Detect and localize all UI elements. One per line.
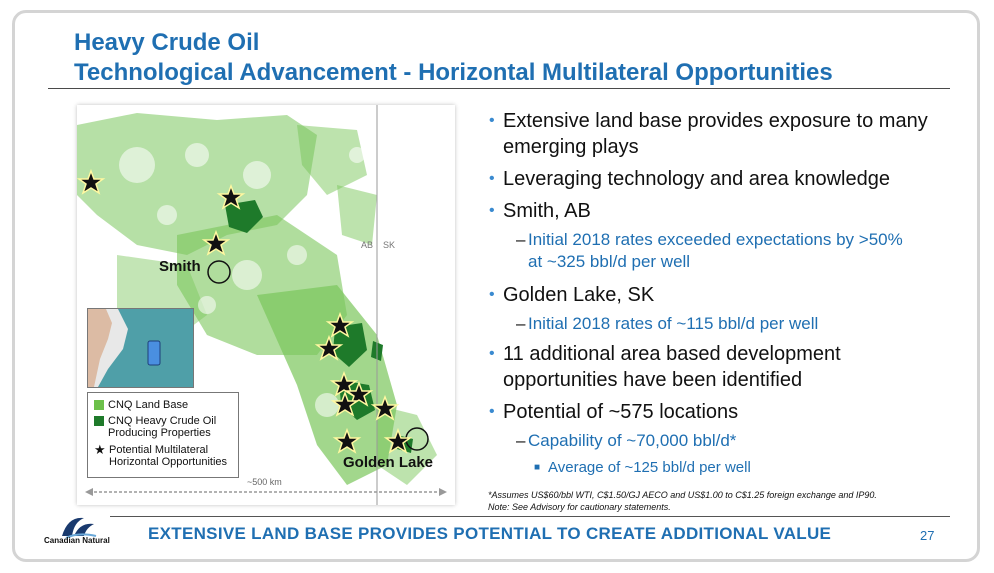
bullet-smith: • Smith, AB	[489, 200, 591, 222]
page-number: 27	[920, 528, 935, 543]
location-inset-map	[87, 308, 194, 388]
legend-item-heavy-crude: CNQ Heavy Crude Oil Producing Properties	[94, 415, 232, 439]
legend-label: CNQ Heavy Crude Oil Producing Properties	[108, 415, 217, 439]
scale-label: ~500 km	[245, 477, 284, 487]
bullet-locations: • Potential of ~575 locations	[489, 401, 739, 423]
sub-sub-bullet-average: ■ Average of ~125 bbl/d per well	[534, 459, 751, 476]
bullet-dot: •	[489, 345, 495, 362]
footer-banner: EXTENSIVE LAND BASE PROVIDES POTENTIAL T…	[148, 524, 832, 543]
legend-item-opportunities: ★ Potential Multilateral Horizontal Oppo…	[94, 442, 232, 468]
footer-divider	[110, 516, 950, 517]
bullet-dot: •	[489, 286, 495, 303]
legend-label: Potential Multilateral Horizontal Opport…	[109, 444, 228, 468]
bullet-dot: •	[489, 112, 495, 129]
page-title: Heavy Crude Oil Technological Advancemen…	[74, 28, 833, 88]
land-base-map: Smith Golden Lake AB SK CNQ Land Base CN…	[77, 105, 455, 505]
logo-text: Canadian Natural	[44, 536, 110, 545]
footnote-line-1: *Assumes US$60/bbl WTI, C$1.50/GJ AECO a…	[488, 490, 877, 500]
star-icon: ★	[94, 442, 106, 457]
legend-item-land-base: CNQ Land Base	[94, 399, 188, 411]
map-legend: CNQ Land Base CNQ Heavy Crude Oil Produc…	[87, 392, 239, 478]
bullet-golden-lake: • Golden Lake, SK	[489, 284, 655, 306]
land-base-swatch	[94, 400, 104, 410]
footnote-line-2: Note: See Advisory for cautionary statem…	[488, 502, 671, 512]
sub-bullet-smith: – Initial 2018 rates exceeded expectatio…	[516, 230, 903, 271]
title-line-1: Heavy Crude Oil	[74, 29, 260, 56]
ab-label: AB	[361, 240, 374, 250]
scale-bar: ~500 km	[85, 477, 447, 501]
smith-label: Smith	[159, 258, 201, 275]
heavy-crude-swatch	[94, 416, 104, 426]
sub-bullet-golden-lake: – Initial 2018 rates of ~115 bbl/d per w…	[516, 314, 819, 333]
bullet-dot: •	[489, 403, 495, 420]
legend-label: CNQ Land Base	[108, 399, 189, 411]
bullet-technology: • Leveraging technology and area knowledg…	[489, 168, 890, 190]
bullet-dot: •	[489, 202, 495, 219]
title-line-2: Technological Advancement - Horizontal M…	[74, 59, 833, 86]
sub-bullet-capability: – Capability of ~70,000 bbl/d*	[516, 431, 737, 450]
footnote: *Assumes US$60/bbl WTI, C$1.50/GJ AECO a…	[488, 489, 877, 513]
bullet-development: • 11 additional area based development op…	[489, 343, 841, 391]
title-divider	[48, 88, 950, 89]
golden-lake-label: Golden Lake	[343, 454, 434, 471]
bullet-dot: •	[489, 170, 495, 187]
bullet-land-base: • Extensive land base provides exposure t…	[489, 110, 928, 158]
sk-label: SK	[383, 240, 396, 250]
company-logo	[46, 514, 116, 556]
